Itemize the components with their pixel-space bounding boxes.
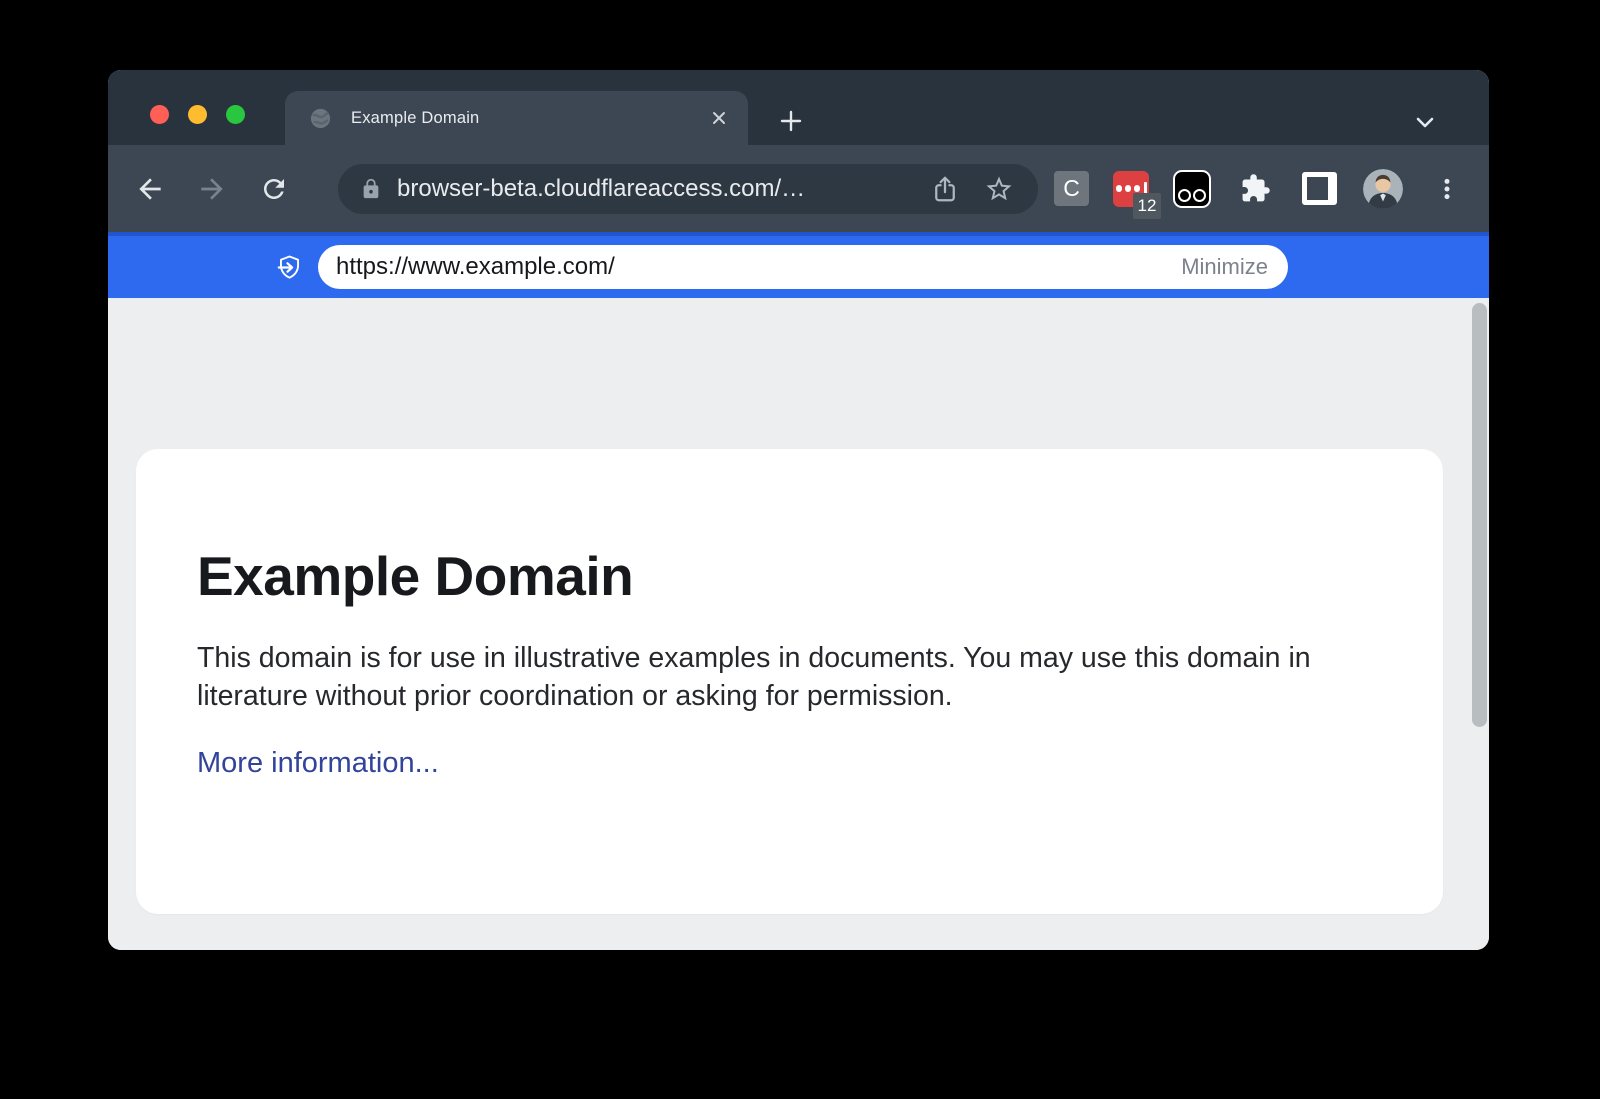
example-domain-card: Example Domain This domain is for use in…: [136, 449, 1443, 914]
browser-toolbar: browser-beta.cloudflareaccess.com/… C 12: [108, 145, 1489, 232]
circle: [1178, 189, 1191, 202]
dot: [1134, 185, 1141, 192]
back-button[interactable]: [128, 167, 172, 211]
isolation-bar: https://www.example.com/ Minimize: [108, 232, 1489, 298]
isolated-url-field[interactable]: https://www.example.com/ Minimize: [318, 245, 1288, 289]
tab-strip: Example Domain: [108, 70, 1489, 145]
browser-menu-button[interactable]: [1427, 169, 1467, 209]
bookmark-star-icon[interactable]: [984, 174, 1014, 204]
tab-search-button[interactable]: [1411, 108, 1439, 136]
share-icon[interactable]: [930, 174, 960, 204]
lock-icon: [360, 178, 382, 200]
vertical-scrollbar[interactable]: [1472, 303, 1487, 727]
page-heading: Example Domain: [197, 544, 1363, 608]
profile-avatar[interactable]: [1363, 169, 1403, 209]
browser-window: Example Domain: [108, 70, 1489, 950]
address-bar[interactable]: browser-beta.cloudflareaccess.com/…: [338, 164, 1038, 214]
side-panel-icon: [1302, 172, 1337, 205]
minimize-button[interactable]: Minimize: [1181, 254, 1268, 280]
extension-c-icon[interactable]: C: [1054, 171, 1089, 206]
dot: [1125, 185, 1132, 192]
shield-arrow-icon: [276, 254, 303, 281]
back-arrow-icon: [134, 173, 166, 205]
plus-icon: [777, 107, 805, 135]
forward-button[interactable]: [190, 167, 234, 211]
dot: [1116, 185, 1123, 192]
password-manager-extension-icon[interactable]: 12: [1113, 171, 1149, 207]
address-bar-url: browser-beta.cloudflareaccess.com/…: [397, 175, 906, 203]
new-tab-button[interactable]: [772, 102, 810, 140]
kebab-menu-icon: [1434, 176, 1460, 202]
toolbar-extensions-area: C 12: [1054, 169, 1467, 209]
side-panel-button[interactable]: [1299, 169, 1339, 209]
window-controls: [150, 105, 245, 124]
close-tab-icon[interactable]: [708, 107, 730, 129]
chevron-down-icon: [1411, 108, 1439, 136]
two-circles-extension-icon[interactable]: [1173, 170, 1211, 208]
puzzle-piece-icon: [1240, 173, 1271, 204]
globe-icon: [309, 107, 332, 130]
close-window-button[interactable]: [150, 105, 169, 124]
reload-button[interactable]: [252, 167, 296, 211]
isolated-url-text: https://www.example.com/: [336, 253, 1181, 281]
extensions-menu-button[interactable]: [1235, 169, 1275, 209]
zoom-window-button[interactable]: [226, 105, 245, 124]
reload-icon: [259, 174, 289, 204]
avatar-photo: [1363, 169, 1403, 209]
page-body-text: This domain is for use in illustrative e…: [197, 639, 1347, 715]
tab-title: Example Domain: [351, 109, 708, 128]
page-viewport: Example Domain This domain is for use in…: [108, 298, 1489, 950]
forward-arrow-icon: [196, 173, 228, 205]
circle: [1193, 189, 1206, 202]
extension-count-badge: 12: [1133, 193, 1161, 219]
more-information-link[interactable]: More information...: [197, 747, 439, 780]
minimize-window-button[interactable]: [188, 105, 207, 124]
browser-tab[interactable]: Example Domain: [285, 91, 748, 145]
